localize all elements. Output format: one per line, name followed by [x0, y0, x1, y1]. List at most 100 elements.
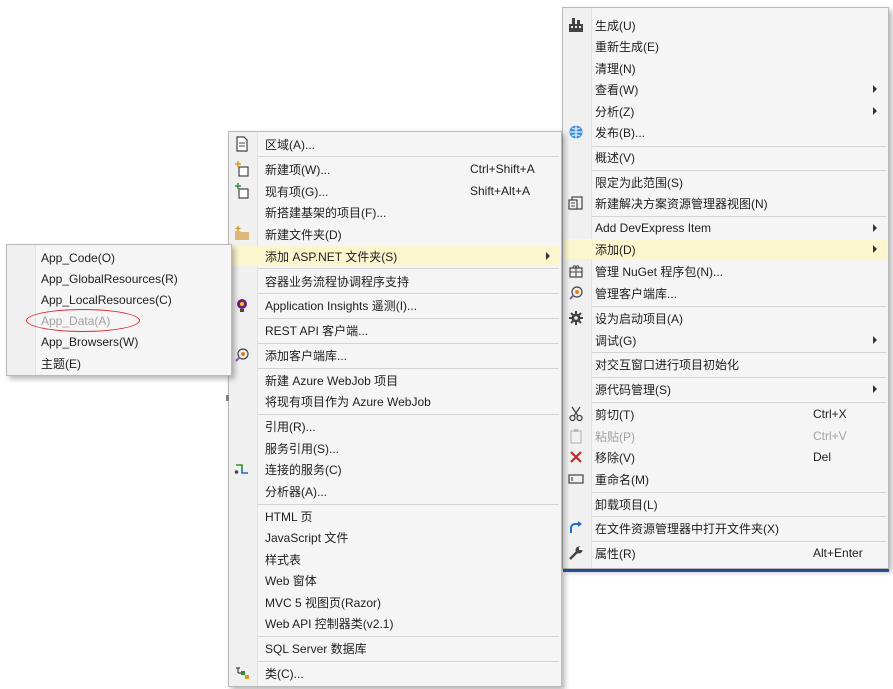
menu-item-scope-to-this[interactable]: 限定为此范围(S) [564, 172, 887, 192]
client-library-icon [568, 285, 584, 301]
existing-item-icon [234, 183, 250, 199]
menu-item-web-api-controller[interactable]: Web API 控制器类(v2.1) [230, 613, 560, 633]
menu-item-label: 概述(V) [595, 150, 635, 165]
menu-item-label: 重命名(M) [595, 472, 649, 487]
menu-separator [592, 306, 886, 307]
menu-item-app-browsers[interactable]: App_Browsers(W) [8, 332, 230, 352]
menu-item-existing-item[interactable]: 现有项(G)... Shift+Alt+A [230, 181, 560, 201]
menu-item-html-page[interactable]: HTML 页 [230, 506, 560, 526]
menu-item-app-insights[interactable]: Application Insights 遥测(I)... [230, 295, 560, 315]
menu-item-web-form[interactable]: Web 窗体 [230, 570, 560, 590]
menu-item-reference[interactable]: 引用(R)... [230, 416, 560, 436]
menu-separator [258, 368, 559, 369]
menu-separator [258, 414, 559, 415]
connected-service-icon [234, 461, 250, 477]
menu-item-javascript-file[interactable]: JavaScript 文件 [230, 527, 560, 547]
menu-separator [592, 541, 886, 542]
menu-item-label: 添加客户端库... [265, 348, 348, 363]
menu-item-label: Application Insights 遥测(I)... [265, 298, 418, 313]
menu-item-paste[interactable]: 粘贴(P) Ctrl+V [564, 426, 887, 446]
menu-item-unload-project[interactable]: 卸载项目(L) [564, 494, 887, 514]
paste-icon [568, 428, 584, 444]
menu-item-scaffolded-item[interactable]: 新搭建基架的项目(F)... [230, 202, 560, 222]
menu-item-overview[interactable]: 概述(V) [564, 147, 887, 167]
submenu-arrow-icon [873, 385, 877, 393]
menu-item-label: 生成(U) [595, 18, 636, 33]
menu-separator [592, 352, 886, 353]
menu-item-label: 主题(E) [41, 356, 81, 371]
menu-item-new-azure-webjob[interactable]: 新建 Azure WebJob 项目 [230, 370, 560, 390]
menu-separator [592, 377, 886, 378]
menu-separator [592, 516, 886, 517]
menu-item-shortcut: Ctrl+V [813, 429, 847, 443]
menu-item-manage-nuget[interactable]: 管理 NuGet 程序包(N)... [564, 261, 887, 281]
menu-item-init-interactive[interactable]: 对交互窗口进行项目初始化 [564, 354, 887, 374]
menu-item-add[interactable]: 添加(D) [564, 239, 887, 259]
menu-item-mvc-view-page[interactable]: MVC 5 视图页(Razor) [230, 592, 560, 612]
menu-separator [258, 343, 559, 344]
new-item-icon [234, 161, 250, 177]
menu-item-label: 新建项(W)... [265, 162, 331, 177]
menu-separator [258, 268, 559, 269]
menu-item-label: App_Code(O) [41, 251, 116, 265]
menu-item-new-folder[interactable]: 新建文件夹(D) [230, 224, 560, 244]
new-folder-icon [234, 226, 250, 242]
cut-icon [568, 406, 584, 422]
menu-item-source-control[interactable]: 源代码管理(S) [564, 379, 887, 399]
menu-item-new-item[interactable]: 新建项(W)... Ctrl+Shift+A [230, 159, 560, 179]
menu-item-remove[interactable]: 移除(V) Del [564, 447, 887, 467]
menu-item-sql-server-db[interactable]: SQL Server 数据库 [230, 638, 560, 658]
publish-globe-icon [568, 124, 584, 140]
menu-item-analyzer[interactable]: 分析器(A)... [230, 481, 560, 501]
menu-item-rename[interactable]: 重命名(M) [564, 469, 887, 489]
menu-item-open-in-explorer[interactable]: 在文件资源管理器中打开文件夹(X) [564, 518, 887, 538]
menu-item-area[interactable]: 区域(A)... [230, 134, 560, 154]
menu-item-label: 属性(R) [595, 546, 636, 561]
menu-item-add-devexpress[interactable]: Add DevExpress Item [564, 218, 887, 238]
submenu-arrow-icon [873, 224, 877, 232]
menu-item-build[interactable]: 生成(U) [564, 15, 887, 35]
menu-item-manage-client-libs[interactable]: 管理客户端库... [564, 283, 887, 303]
menu-item-app-code[interactable]: App_Code(O) [8, 248, 230, 268]
menu-item-rest-api-client[interactable]: REST API 客户端... [230, 320, 560, 340]
menu-item-debug[interactable]: 调试(G) [564, 330, 887, 350]
menu-item-analyze[interactable]: 分析(Z) [564, 101, 887, 121]
menu-item-existing-as-webjob[interactable]: 将现有项目作为 Azure WebJob [230, 391, 560, 411]
remove-x-icon [568, 449, 584, 465]
menu-item-label: 区域(A)... [265, 137, 315, 152]
menu-item-label: MVC 5 视图页(Razor) [265, 595, 382, 610]
submenu-arrow-icon [873, 336, 877, 344]
menu-item-properties[interactable]: 属性(R) Alt+Enter [564, 543, 887, 563]
menu-item-view[interactable]: 查看(W) [564, 79, 887, 99]
menu-item-label: 类(C)... [265, 666, 304, 681]
menu-item-container-orchestrator[interactable]: 容器业务流程协调程序支持 [230, 271, 560, 291]
menu-item-app-globalresources[interactable]: App_GlobalResources(R) [8, 269, 230, 289]
menu-item-label: 清理(N) [595, 61, 636, 76]
menu-item-themes[interactable]: 主题(E) [8, 353, 230, 373]
background-fragment [226, 395, 229, 401]
menu-item-app-localresources[interactable]: App_LocalResources(C) [8, 290, 230, 310]
menu-item-label: 添加(D) [595, 242, 636, 257]
menu-item-label: 引用(R)... [265, 419, 316, 434]
menu-item-set-startup[interactable]: 设为启动项目(A) [564, 308, 887, 328]
menu-item-service-reference[interactable]: 服务引用(S)... [230, 438, 560, 458]
menu-item-cut[interactable]: 剪切(T) Ctrl+X [564, 404, 887, 424]
menu-item-add-aspnet-folder[interactable]: 添加 ASP.NET 文件夹(S) [230, 246, 560, 266]
project-context-menu: 生成(U) 重新生成(E) 清理(N) 查看(W) 分析(Z) 发布(B)...… [562, 7, 889, 569]
menu-item-label: 发布(B)... [595, 125, 645, 140]
menu-item-stylesheet[interactable]: 样式表 [230, 549, 560, 569]
menu-item-label: 新建解决方案资源管理器视图(N) [595, 196, 768, 211]
menu-item-connected-services[interactable]: 连接的服务(C) [230, 459, 560, 479]
menu-item-new-solution-view[interactable]: 新建解决方案资源管理器视图(N) [564, 193, 887, 213]
menu-item-label: 限定为此范围(S) [595, 175, 683, 190]
menu-item-clean[interactable]: 清理(N) [564, 58, 887, 78]
menu-item-rebuild[interactable]: 重新生成(E) [564, 36, 887, 56]
menu-item-label: 分析器(A)... [265, 484, 327, 499]
build-icon [568, 17, 584, 33]
menu-separator [258, 661, 559, 662]
menu-item-label: REST API 客户端... [265, 323, 369, 338]
menu-item-publish[interactable]: 发布(B)... [564, 122, 887, 142]
menu-item-class[interactable]: 类(C)... [230, 663, 560, 683]
menu-item-label: 对交互窗口进行项目初始化 [595, 357, 740, 372]
menu-item-add-client-library[interactable]: 添加客户端库... [230, 345, 560, 365]
